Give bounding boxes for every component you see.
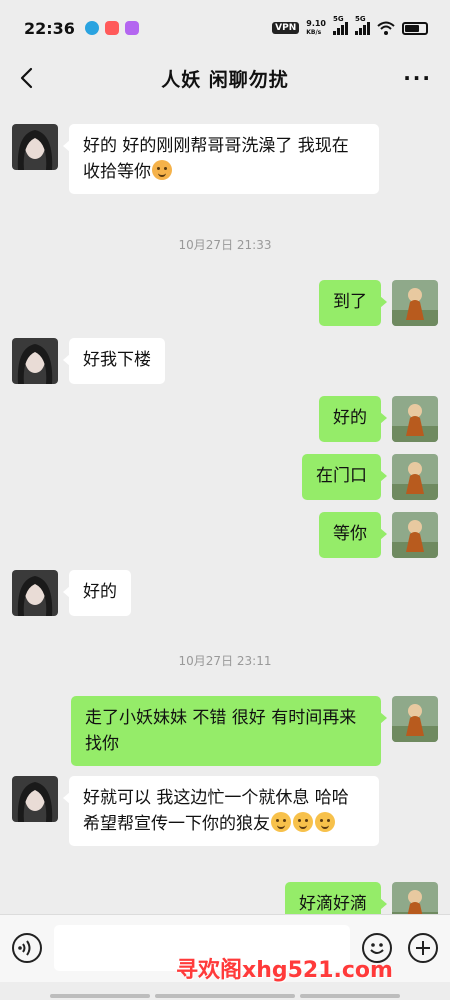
contact-avatar[interactable] [12,776,58,822]
message-sent: 等你 [319,512,438,558]
message-bubble[interactable]: 等你 [319,512,387,558]
message-list[interactable]: 好的 好的刚刚帮哥哥洗澡了 我现在收拾等你 10月27日 21:33 到了 好我… [0,100,450,914]
wifi-icon [377,21,395,35]
message-received: 好的 好的刚刚帮哥哥洗澡了 我现在收拾等你 [12,124,379,194]
app-notification-icon [104,21,119,35]
thinking-face-icon [315,812,335,832]
message-bubble[interactable]: 到了 [319,280,387,326]
back-arrow-icon[interactable] [14,64,42,92]
plus-icon [416,941,430,955]
message-received: 好的 [12,570,131,616]
contact-avatar[interactable] [12,338,58,384]
status-bar: 22:36 VPN 9.10 KB/s 5G 5G [0,0,450,56]
user-avatar[interactable] [392,454,438,500]
app-notification-icon [124,21,139,35]
user-avatar[interactable] [392,280,438,326]
status-time: 22:36 [24,18,75,38]
user-avatar[interactable] [392,882,438,914]
message-bubble[interactable]: 好的 [63,570,131,616]
chat-title: 人妖 闲聊勿扰 [161,68,289,91]
contact-avatar[interactable] [12,570,58,616]
user-avatar[interactable] [392,696,438,742]
message-bubble[interactable]: 好就可以 我这边忙一个就休息 哈哈 希望帮宣传一下你的狼友 [63,776,379,846]
nav-gesture-bar [50,994,150,998]
thinking-face-icon [293,812,313,832]
message-sent: 走了小妖妹妹 不错 很好 有时间再来找你 [71,696,438,766]
smiling-face-with-hearts-icon [152,160,172,180]
contact-avatar[interactable] [12,124,58,170]
message-sent: 到了 [319,280,438,326]
message-sent: 在门口 [302,454,438,500]
message-sent: 好滴好滴 [285,882,438,914]
battery-icon [402,21,428,35]
timestamp: 10月27日 21:33 [178,238,272,252]
signal-icon: 5G [333,15,348,35]
chat-header: 人妖 闲聊勿扰 ··· [0,56,450,100]
message-bubble[interactable]: 走了小妖妹妹 不错 很好 有时间再来找你 [71,696,387,766]
vpn-badge: VPN [272,22,300,34]
telegram-icon [84,21,99,35]
watermark-text: 寻欢阁xhg521.com [176,958,393,983]
notification-icons [84,21,139,35]
message-received: 好我下楼 [12,338,165,384]
status-indicators: VPN 9.10 KB/s 5G 5G [272,15,428,37]
user-avatar[interactable] [392,396,438,442]
voice-icon [18,940,31,956]
message-sent: 好的 [319,396,438,442]
nav-gesture-bar [300,994,400,998]
nav-gesture-bar [155,994,295,998]
message-bubble[interactable]: 好的 好的刚刚帮哥哥洗澡了 我现在收拾等你 [63,124,379,194]
more-functions-button[interactable] [408,933,438,963]
user-avatar[interactable] [392,512,438,558]
more-options-icon[interactable]: ··· [403,66,432,90]
voice-input-button[interactable] [12,933,42,963]
message-bubble[interactable]: 在门口 [302,454,387,500]
message-received: 好就可以 我这边忙一个就休息 哈哈 希望帮宣传一下你的狼友 [12,776,379,846]
timestamp: 10月27日 23:11 [178,654,272,668]
message-bubble[interactable]: 好滴好滴 [285,882,387,914]
thinking-face-icon [271,812,291,832]
message-bubble[interactable]: 好我下楼 [63,338,165,384]
signal-icon: 5G [355,15,370,35]
message-bubble[interactable]: 好的 [319,396,387,442]
network-speed: 9.10 KB/s [306,19,326,36]
